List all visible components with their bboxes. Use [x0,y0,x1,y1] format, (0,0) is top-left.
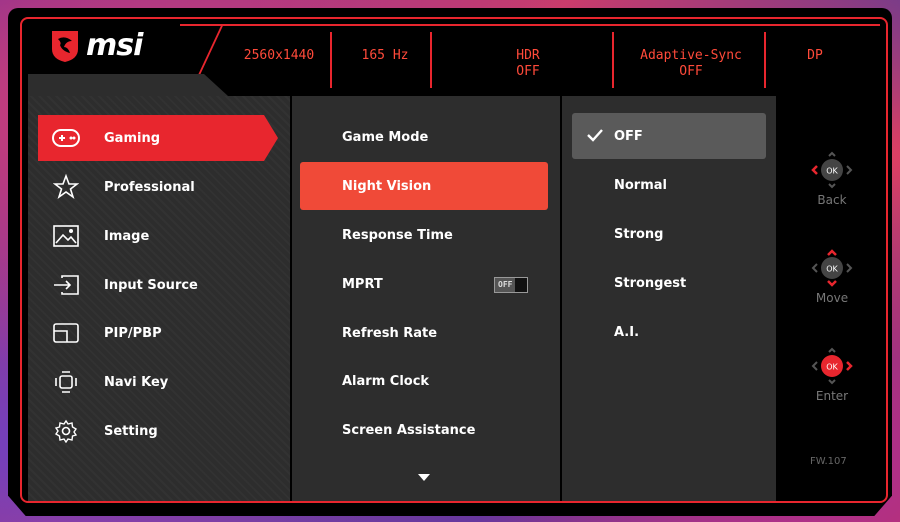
submenu-item-label: MPRT [342,276,383,292]
submenu-item-mprt[interactable]: MPRT OFF [300,261,548,307]
sync-value: OFF [679,64,703,79]
scroll-down-arrow-icon[interactable] [418,474,430,481]
option-off[interactable]: OFF [572,113,766,159]
gear-icon [52,417,80,445]
sync-status: Adaptive-Sync OFF [636,48,746,80]
menu-item-label: Input Source [104,277,198,293]
option-normal[interactable]: Normal [572,162,766,208]
pip-icon [52,319,80,347]
nav-key-back: OK Back [802,150,862,207]
joystick-back-icon: OK [811,151,853,189]
gamepad-icon [52,124,80,152]
top-trim-line [180,24,880,26]
menu-item-gaming[interactable]: Gaming [38,115,278,161]
submenu-item-label: Alarm Clock [342,373,430,389]
navi-key-icon [52,368,80,396]
submenu-item-screen-assistance[interactable]: Screen Assistance [300,407,548,453]
submenu-item-label: Refresh Rate [342,325,438,341]
submenu-item-label: Game Mode [342,129,429,145]
checkmark-icon [587,129,603,142]
submenu-item-alarm-clock[interactable]: Alarm Clock [300,358,548,404]
menu-item-label: Professional [104,179,195,195]
status-separator [330,32,332,88]
sync-label: Adaptive-Sync [640,48,742,63]
menu-item-professional[interactable]: Professional [38,164,278,210]
menu-item-navi-key[interactable]: Navi Key [38,359,278,405]
input-source-icon [52,271,80,299]
option-strongest[interactable]: Strongest [572,260,766,306]
msi-logo: msi [50,28,143,63]
image-icon [52,222,80,250]
status-separator [764,32,766,88]
joystick-move-icon: OK [811,249,853,287]
option-strong[interactable]: Strong [572,211,766,257]
ok-label: OK [826,265,838,274]
refresh-status: 165 Hz [361,48,409,63]
menu-item-label: Setting [104,423,158,439]
mprt-toggle[interactable]: OFF [494,277,528,293]
toggle-knob [515,278,527,292]
menu-item-label: Navi Key [104,374,169,390]
joystick-enter-icon: OK [811,347,853,385]
option-label: Strong [614,226,664,242]
toggle-state: OFF [495,278,516,292]
option-ai[interactable]: A.I. [572,309,766,355]
star-icon [52,173,80,201]
input-status: DP [807,48,823,63]
option-label: A.I. [614,324,640,340]
nav-key-label: Back [817,193,847,207]
firmware-version: FW.107 [810,456,847,467]
nav-key-enter: OK Enter [802,346,862,403]
nav-key-label: Enter [815,389,849,403]
submenu-item-label: Screen Assistance [342,422,476,438]
option-label: OFF [614,128,643,144]
menu-item-input-source[interactable]: Input Source [38,262,278,308]
dragon-shield-icon [52,30,78,62]
hdr-status: HDR OFF [500,48,556,80]
ok-label: OK [826,363,838,372]
hdr-value: OFF [516,64,540,79]
menu-item-label: Gaming [104,130,161,146]
nav-key-move: OK Move [802,248,862,305]
option-label: Normal [614,177,667,193]
nav-key-label: Move [815,291,849,305]
status-separator [430,32,432,88]
main-menu-tab [28,74,228,96]
brand-name: msi [86,28,143,63]
submenu-item-label: Night Vision [342,178,432,194]
menu-item-label: Image [104,228,150,244]
menu-item-image[interactable]: Image [38,213,278,259]
hdr-label: HDR [516,48,540,63]
submenu-item-game-mode[interactable]: Game Mode [300,114,548,160]
menu-item-label: PIP/PBP [104,325,162,341]
submenu-item-night-vision[interactable]: Night Vision [300,162,548,210]
submenu-item-response-time[interactable]: Response Time [300,212,548,258]
menu-item-pip-pbp[interactable]: PIP/PBP [38,310,278,356]
ok-label: OK [826,167,838,176]
option-label: Strongest [614,275,687,291]
status-separator [612,32,614,88]
resolution-status: 2560x1440 [243,48,315,63]
menu-item-setting[interactable]: Setting [38,408,278,454]
submenu-item-label: Response Time [342,227,453,243]
submenu-item-refresh-rate[interactable]: Refresh Rate [300,310,548,356]
